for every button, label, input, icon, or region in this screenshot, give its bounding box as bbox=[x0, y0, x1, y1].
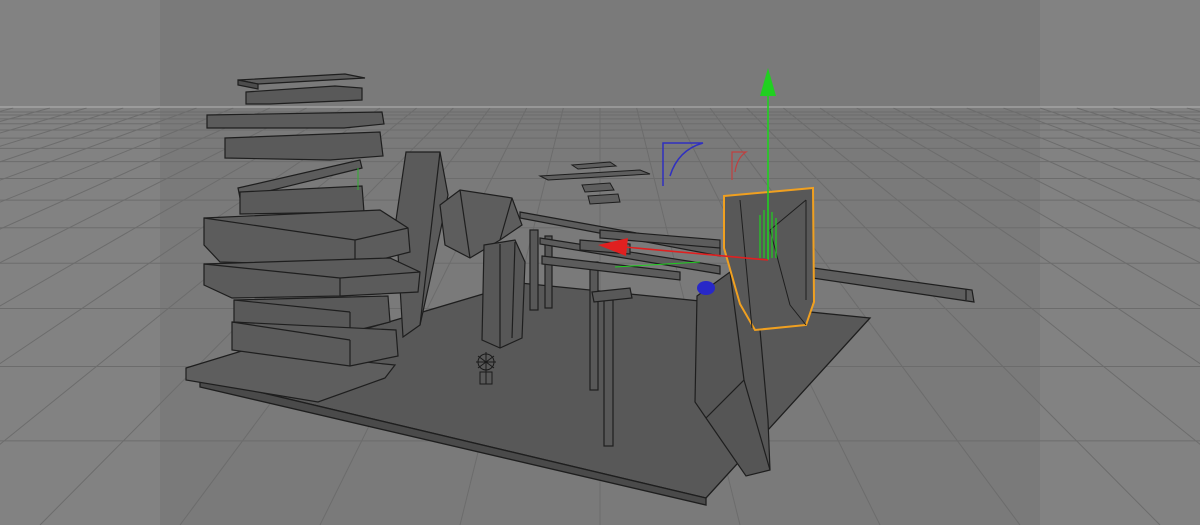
gizmo-z-handle-icon[interactable] bbox=[697, 281, 715, 295]
floating-fragments[interactable] bbox=[538, 161, 651, 205]
safe-frame-right bbox=[1040, 0, 1200, 525]
light-helper-red[interactable] bbox=[731, 151, 748, 180]
gizmo-y-arrow-icon[interactable] bbox=[760, 68, 776, 96]
safe-frame-left bbox=[0, 0, 160, 525]
stacked-boards[interactable] bbox=[203, 73, 421, 367]
light-helper-blue[interactable] bbox=[662, 142, 704, 186]
rock-pillar[interactable] bbox=[481, 239, 526, 349]
3d-viewport[interactable] bbox=[0, 0, 1200, 525]
